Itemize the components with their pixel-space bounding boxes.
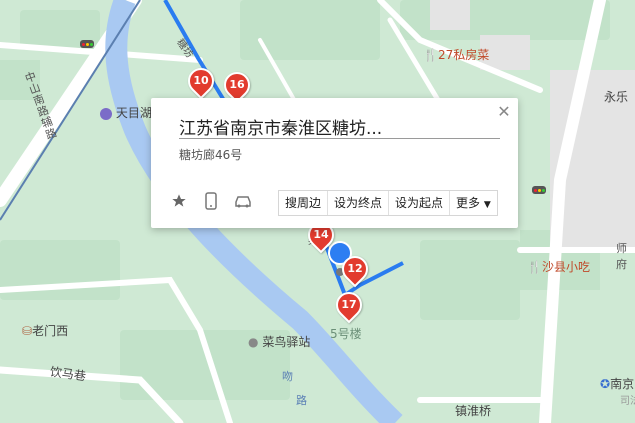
road-label-shifu: 师 府	[616, 242, 627, 271]
car-icon[interactable]	[233, 191, 253, 211]
restaurant-icon: 🍴	[423, 48, 438, 62]
restaurant-icon: 🍴	[527, 260, 542, 274]
road-label-fragment-2: 路	[296, 394, 307, 407]
phone-icon[interactable]	[201, 191, 221, 211]
title-divider	[179, 138, 500, 139]
place-icon	[100, 107, 112, 120]
road-label-fragment: 吻	[282, 370, 293, 383]
close-icon[interactable]: ✕	[496, 104, 512, 120]
label-nanjing-2: 司法	[620, 396, 635, 407]
more-label: 更多	[456, 196, 481, 210]
label-building-5: 5号楼	[330, 327, 362, 341]
poi-label-shaxian[interactable]: 🍴沙县小吃	[527, 258, 590, 275]
search-nearby-button[interactable]: 搜周边	[279, 191, 329, 215]
star-icon: ✪	[600, 377, 611, 391]
set-origin-button[interactable]: 设为起点	[389, 191, 451, 215]
popup-action-buttons: 搜周边 设为终点 设为起点 更多 ▼	[278, 190, 498, 216]
traffic-light-icon	[532, 186, 546, 194]
poi-label-cainiao[interactable]: ● 菜鸟驿站	[248, 333, 310, 350]
star-icon[interactable]	[169, 191, 189, 211]
poi-label-tianmu[interactable]: 天目湖	[100, 104, 152, 121]
dot-icon: ●	[248, 335, 259, 349]
more-button[interactable]: 更多 ▼	[450, 191, 497, 215]
set-destination-button[interactable]: 设为终点	[328, 191, 390, 215]
popup-title: 江苏省南京市秦淮区糖坊...	[179, 119, 383, 139]
poi-label-laomenxi[interactable]: ⛁老门西	[22, 322, 68, 339]
popup-address: 糖坊廊46号	[179, 148, 243, 162]
popup-tools	[169, 191, 253, 211]
traffic-light-icon	[80, 40, 94, 48]
landmark-icon: ⛁	[22, 324, 33, 338]
poi-label-yongle[interactable]: 永乐	[604, 88, 628, 105]
location-info-popup: ✕ 江苏省南京市秦淮区糖坊... 糖坊廊46号 搜周边 设为终点 设为起点 更多…	[151, 98, 518, 228]
label-zhenhuaiqiao: 镇淮桥	[455, 404, 492, 418]
chevron-down-icon: ▼	[483, 200, 491, 210]
poi-label-nanjing[interactable]: ✪南京	[600, 375, 634, 392]
building-block	[430, 0, 470, 30]
poi-label-27-restaurant[interactable]: 🍴27私房菜	[423, 46, 489, 63]
